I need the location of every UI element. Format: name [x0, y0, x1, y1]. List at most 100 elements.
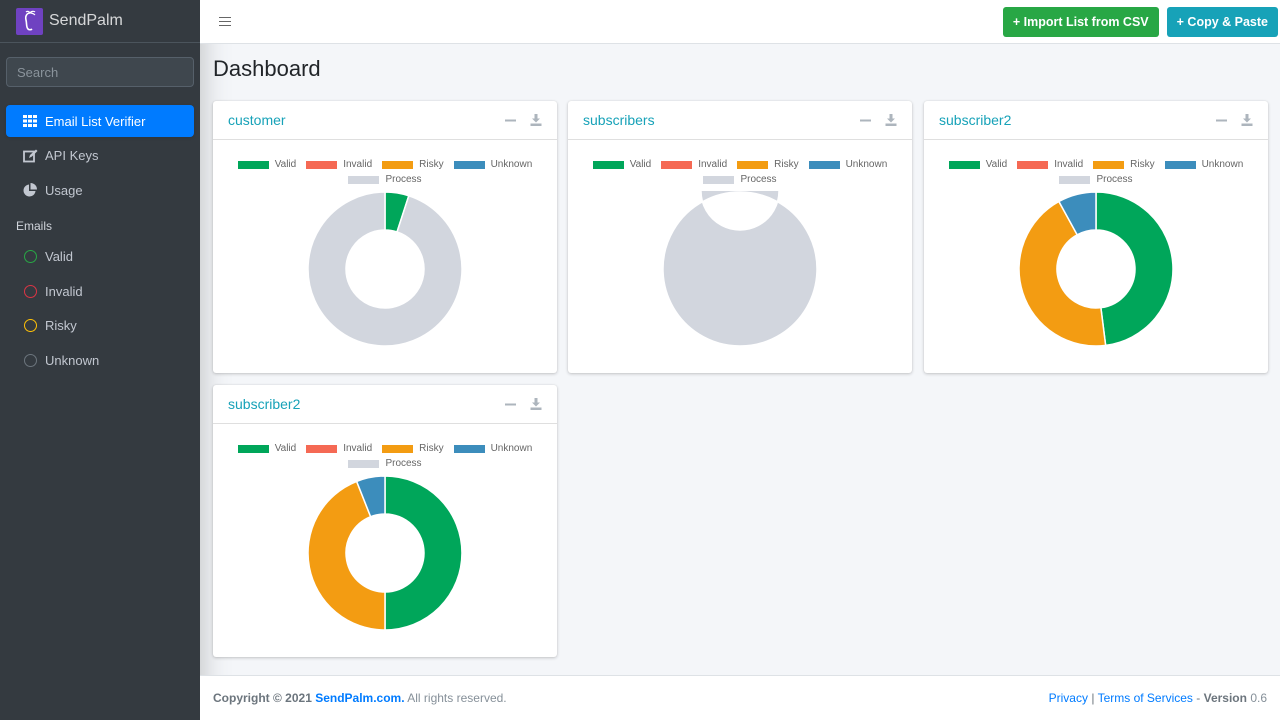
- slice-valid[interactable]: [1095, 191, 1174, 347]
- legend-item-process[interactable]: Process: [348, 458, 422, 469]
- legend-item-valid[interactable]: Valid: [592, 159, 651, 170]
- legend-item-invalid[interactable]: Invalid: [1017, 159, 1083, 170]
- chart-card: customer Valid Invalid Risky Unknown Process: [213, 101, 557, 373]
- search-input[interactable]: [7, 58, 193, 86]
- legend-label: Unknown: [1201, 159, 1244, 170]
- rights-text: All rights reserved.: [404, 691, 507, 705]
- legend-item-unknown[interactable]: Unknown: [453, 159, 533, 170]
- chart-card: subscribers Valid Invalid Risky Unknown Proc…: [568, 101, 912, 373]
- grid-icon: [22, 115, 38, 127]
- legend-item-risky[interactable]: Risky: [1093, 159, 1155, 170]
- legend-label: Process: [1096, 174, 1133, 185]
- collapse-button[interactable]: [505, 403, 516, 406]
- card-title: customer: [228, 112, 286, 128]
- legend-item-risky[interactable]: Risky: [382, 159, 444, 170]
- download-button[interactable]: [1241, 114, 1253, 126]
- legend-swatch: [453, 444, 485, 453]
- sidebar-item-api-keys[interactable]: API Keys: [6, 140, 194, 172]
- legend-item-unknown[interactable]: Unknown: [1164, 159, 1244, 170]
- legend-label: Unknown: [845, 159, 888, 170]
- download-icon: [1241, 114, 1253, 126]
- collapse-button[interactable]: [860, 119, 871, 122]
- doughnut-chart: [662, 191, 818, 347]
- sidebar-item-risky[interactable]: Risky: [6, 310, 194, 342]
- card-tools: [860, 114, 897, 126]
- download-button[interactable]: [530, 398, 542, 410]
- legend-item-unknown[interactable]: Unknown: [453, 443, 533, 454]
- legend-label: Process: [740, 174, 777, 185]
- chart-legend: Valid Invalid Risky Unknown Process: [590, 159, 890, 185]
- chart-card: subscriber2 Valid Invalid Risky Unknown Proc…: [213, 385, 557, 657]
- slice-process[interactable]: [662, 191, 818, 347]
- sidebar-item-valid[interactable]: Valid: [6, 241, 194, 273]
- legend-label: Risky: [774, 159, 799, 170]
- legend-item-valid[interactable]: Valid: [237, 443, 296, 454]
- sidebar-item-label: Valid: [45, 249, 73, 264]
- legend-item-risky[interactable]: Risky: [737, 159, 799, 170]
- site-link[interactable]: SendPalm.com.: [315, 691, 404, 705]
- legend-label: Process: [385, 174, 422, 185]
- legend-swatch: [661, 160, 693, 169]
- card-title: subscriber2: [939, 112, 1012, 128]
- sidebar-item-label: Unknown: [45, 352, 100, 368]
- sidebar-item-unknown[interactable]: Unknown: [6, 344, 194, 376]
- collapse-button[interactable]: [505, 119, 516, 122]
- emails-section-header: Emails: [16, 218, 53, 233]
- legend-item-valid[interactable]: Valid: [237, 159, 297, 170]
- sidebar-item-label: Email List Verifier: [45, 113, 146, 129]
- chart-legend: Valid Invalid Risky Unknown Process: [235, 443, 535, 469]
- slice-process[interactable]: [307, 191, 463, 347]
- sidebar-item-invalid[interactable]: Invalid: [6, 275, 194, 307]
- copyright-prefix: Copyright © 2021: [213, 691, 316, 705]
- legend-label: Risky: [1130, 159, 1155, 170]
- download-button[interactable]: [530, 114, 542, 126]
- import-csv-button[interactable]: + Import List from CSV: [1002, 6, 1159, 37]
- legend-item-invalid[interactable]: Invalid: [306, 443, 372, 454]
- legend-item-unknown[interactable]: Unknown: [808, 159, 888, 170]
- legend-swatch: [382, 444, 414, 453]
- legend-label: Unknown: [490, 159, 533, 170]
- copyright: Copyright © 2021 SendPalm.com. All right…: [213, 691, 507, 705]
- legend-item-process[interactable]: Process: [1059, 174, 1133, 185]
- legend-label: Valid: [274, 159, 297, 170]
- menu-toggle-icon[interactable]: [219, 14, 231, 29]
- brand[interactable]: SendPalm: [0, 0, 200, 43]
- doughnut-chart: [307, 191, 463, 347]
- download-icon: [530, 398, 542, 410]
- legend-label: Process: [385, 458, 422, 469]
- doughnut-chart: [1018, 191, 1174, 347]
- legend-label: Unknown: [490, 443, 533, 454]
- sidebar-item-label: Risky: [45, 318, 77, 333]
- card-header: subscriber2: [924, 101, 1268, 140]
- sidebar-item-email-list-verifier[interactable]: Email List Verifier: [6, 105, 194, 137]
- legend-swatch: [948, 160, 980, 169]
- legend-item-valid[interactable]: Valid: [948, 159, 1007, 170]
- copy-paste-button[interactable]: + Copy & Paste: [1166, 6, 1278, 37]
- brand-name: SendPalm: [49, 12, 123, 29]
- collapse-button[interactable]: [1216, 119, 1227, 122]
- legend-swatch: [808, 160, 840, 169]
- palm-logo-icon: [16, 7, 43, 35]
- card-tools: [505, 114, 542, 126]
- terms-link[interactable]: Terms of Services: [1098, 691, 1193, 705]
- privacy-link[interactable]: Privacy: [1049, 691, 1088, 705]
- download-button[interactable]: [885, 114, 897, 126]
- legend-item-invalid[interactable]: Invalid: [661, 159, 727, 170]
- legend-item-process[interactable]: Process: [703, 174, 777, 185]
- sidebar-item-usage[interactable]: Usage: [6, 174, 194, 206]
- legend-swatch: [306, 444, 338, 453]
- slice-valid[interactable]: [384, 475, 463, 631]
- circle-risky-icon: [22, 319, 38, 332]
- search-group: [6, 57, 194, 87]
- legend-item-process[interactable]: Process: [348, 174, 422, 185]
- legend-swatch: [1164, 160, 1196, 169]
- circle-invalid-icon: [22, 284, 38, 298]
- legend-swatch: [453, 160, 485, 169]
- legend-label: Risky: [419, 443, 444, 454]
- legend-item-risky[interactable]: Risky: [382, 443, 444, 454]
- minus-icon: [505, 119, 516, 121]
- minus-icon: [1216, 119, 1227, 121]
- download-icon: [530, 114, 542, 126]
- legend-item-invalid[interactable]: Invalid: [306, 159, 372, 170]
- legend-swatch: [737, 160, 769, 169]
